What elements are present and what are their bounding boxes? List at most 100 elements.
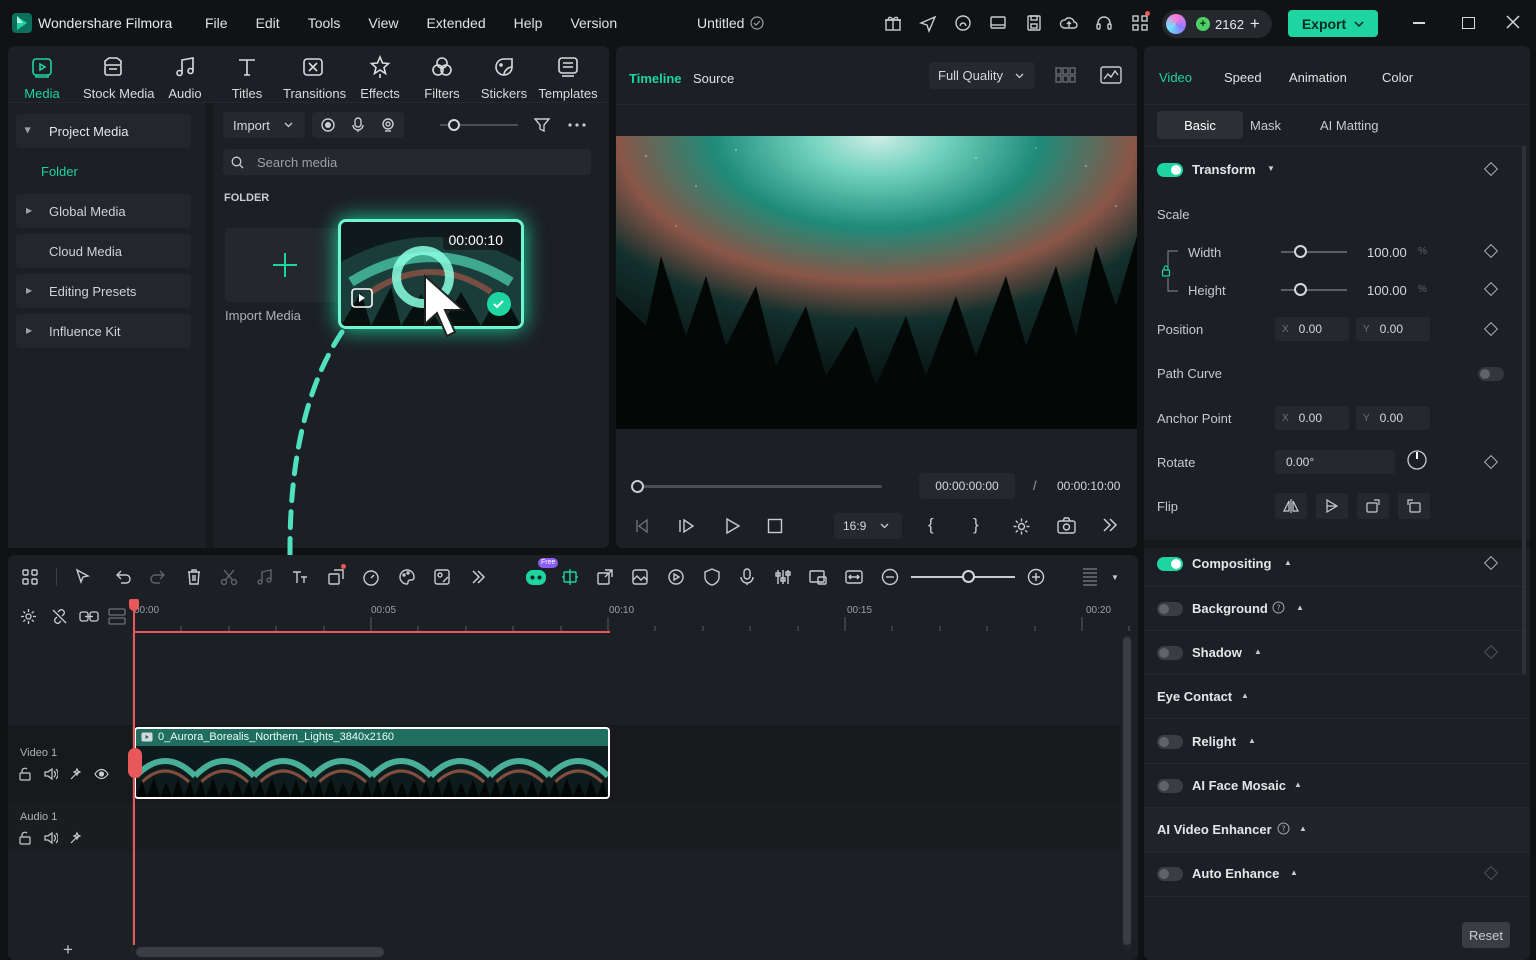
gift-icon[interactable] [883, 13, 903, 33]
aspect-lock-icon[interactable] [1160, 246, 1180, 296]
search-input[interactable]: Search media [223, 149, 591, 175]
more-options-icon[interactable] [568, 123, 586, 127]
menu-help[interactable]: Help [514, 15, 543, 31]
volume-icon[interactable] [43, 767, 58, 781]
replace-image-icon[interactable] [630, 567, 650, 587]
zoom-in-icon[interactable] [1026, 567, 1046, 587]
apps-grid-icon[interactable] [1130, 11, 1150, 33]
save-icon[interactable] [1024, 13, 1044, 33]
ai-text-icon[interactable] [290, 567, 310, 587]
scrubber-handle[interactable] [631, 480, 644, 493]
tab-timeline[interactable]: Timeline [629, 71, 682, 86]
scene-detect-icon[interactable] [560, 567, 580, 587]
previous-frame-icon[interactable] [633, 517, 651, 535]
tab-filters[interactable]: Filters [412, 54, 472, 101]
expand-caret-icon[interactable]: ▲ [1294, 780, 1302, 789]
anchor-x-input[interactable]: X 0.00 [1275, 406, 1349, 430]
width-value[interactable]: 100.00 [1367, 245, 1407, 260]
keyframe-diamond-icon[interactable] [1483, 644, 1499, 660]
split-scissors-icon[interactable] [219, 567, 239, 587]
volume-icon[interactable] [43, 831, 58, 845]
credits-badge[interactable]: + 2162 + [1162, 10, 1272, 38]
export-clip-icon[interactable] [595, 567, 615, 587]
add-track-button[interactable]: + [63, 940, 73, 960]
timeline-horizontal-scrollbar[interactable] [136, 947, 384, 957]
tab-audio[interactable]: Audio [155, 54, 215, 101]
keyframe-diamond-icon[interactable] [1483, 454, 1499, 470]
aspect-ratio-dropdown[interactable]: 16:9 [834, 513, 902, 539]
reset-button[interactable]: Reset [1462, 922, 1510, 948]
track-height-icon[interactable] [1080, 567, 1100, 587]
playhead-handle[interactable] [129, 599, 139, 611]
menu-tools[interactable]: Tools [308, 15, 341, 31]
close-icon[interactable] [1505, 14, 1521, 30]
ai-image-icon[interactable] [432, 567, 452, 587]
flip-horizontal-button[interactable] [1275, 493, 1307, 519]
tab-transitions[interactable]: Transitions [283, 54, 346, 101]
color-palette-icon[interactable] [397, 567, 417, 587]
headset-icon[interactable] [1094, 13, 1114, 33]
lock-icon[interactable] [18, 831, 32, 845]
more-tools-icon[interactable] [468, 567, 488, 587]
subtab-basic[interactable]: Basic [1157, 111, 1243, 139]
unlink-icon[interactable] [51, 608, 68, 625]
slider-handle[interactable] [448, 119, 460, 131]
add-track-icon[interactable] [108, 608, 126, 625]
undo-icon[interactable] [113, 567, 133, 587]
path-curve-toggle[interactable] [1478, 367, 1504, 381]
properties-scrollbar[interactable] [1522, 146, 1526, 674]
link-icon[interactable] [79, 608, 99, 625]
speed-icon[interactable] [361, 567, 381, 587]
position-y-input[interactable]: Y 0.00 [1356, 317, 1430, 341]
height-slider[interactable] [1281, 289, 1347, 291]
expand-caret-icon[interactable]: ▲ [1290, 868, 1298, 877]
mark-in-button[interactable]: { [928, 515, 934, 535]
mask-shield-icon[interactable] [702, 567, 722, 587]
pip-icon[interactable] [808, 567, 828, 587]
audio-mixer-icon[interactable] [773, 567, 793, 587]
timeline-ruler[interactable] [134, 599, 1138, 633]
anchor-y-input[interactable]: Y 0.00 [1356, 406, 1430, 430]
tab-stock-media[interactable]: Stock Media [83, 54, 155, 101]
subtab-mask[interactable]: Mask [1250, 118, 1281, 133]
webcam-icon[interactable] [380, 117, 396, 133]
menu-file[interactable]: File [205, 15, 228, 31]
shadow-toggle[interactable] [1157, 646, 1183, 660]
tab-source[interactable]: Source [693, 71, 734, 86]
audio-edit-icon[interactable] [254, 567, 274, 587]
auto-enhance-toggle[interactable] [1157, 867, 1183, 881]
tab-speed[interactable]: Speed [1224, 70, 1262, 85]
tab-video[interactable]: Video [1159, 70, 1192, 85]
waveform-monitor-icon[interactable] [1100, 66, 1122, 84]
width-slider-handle[interactable] [1294, 245, 1307, 258]
minimize-icon[interactable] [1413, 22, 1425, 24]
next-frame-icon[interactable] [678, 517, 696, 535]
tab-media[interactable]: Media [12, 54, 72, 101]
mark-out-button[interactable]: } [973, 515, 979, 535]
monitor-icon[interactable] [988, 13, 1008, 33]
record-screen-icon[interactable] [320, 117, 336, 133]
expand-caret-icon[interactable]: ▲ [1299, 824, 1307, 833]
width-slider[interactable] [1281, 251, 1347, 253]
eye-icon[interactable] [94, 767, 109, 781]
zoom-slider-handle[interactable] [962, 570, 975, 583]
tab-effects[interactable]: Effects [350, 54, 410, 101]
expand-caret-icon[interactable]: ▲ [1296, 603, 1304, 612]
keyframe-diamond-icon[interactable] [1483, 321, 1499, 337]
keyframe-diamond-icon[interactable] [1483, 281, 1499, 297]
send-icon[interactable] [918, 13, 938, 33]
ai-face-mosaic-toggle[interactable] [1157, 779, 1183, 793]
sidebar-item-project-media[interactable]: ▶ Project Media [16, 114, 191, 148]
delete-icon[interactable] [184, 567, 204, 587]
filter-icon[interactable] [533, 116, 551, 134]
expand-caret-icon[interactable]: ▲ [1284, 558, 1292, 567]
keyframe-diamond-icon[interactable] [1483, 161, 1499, 177]
expand-caret-icon[interactable]: ▲ [1241, 691, 1249, 700]
keyframe-diamond-icon[interactable] [1483, 555, 1499, 571]
maximize-icon[interactable] [1462, 17, 1475, 29]
background-toggle[interactable] [1157, 602, 1183, 616]
tab-animation[interactable]: Animation [1289, 70, 1347, 85]
preview-scrubber[interactable] [638, 485, 882, 488]
support-icon[interactable] [953, 13, 973, 33]
keyframe-diamond-icon[interactable] [1483, 865, 1499, 881]
